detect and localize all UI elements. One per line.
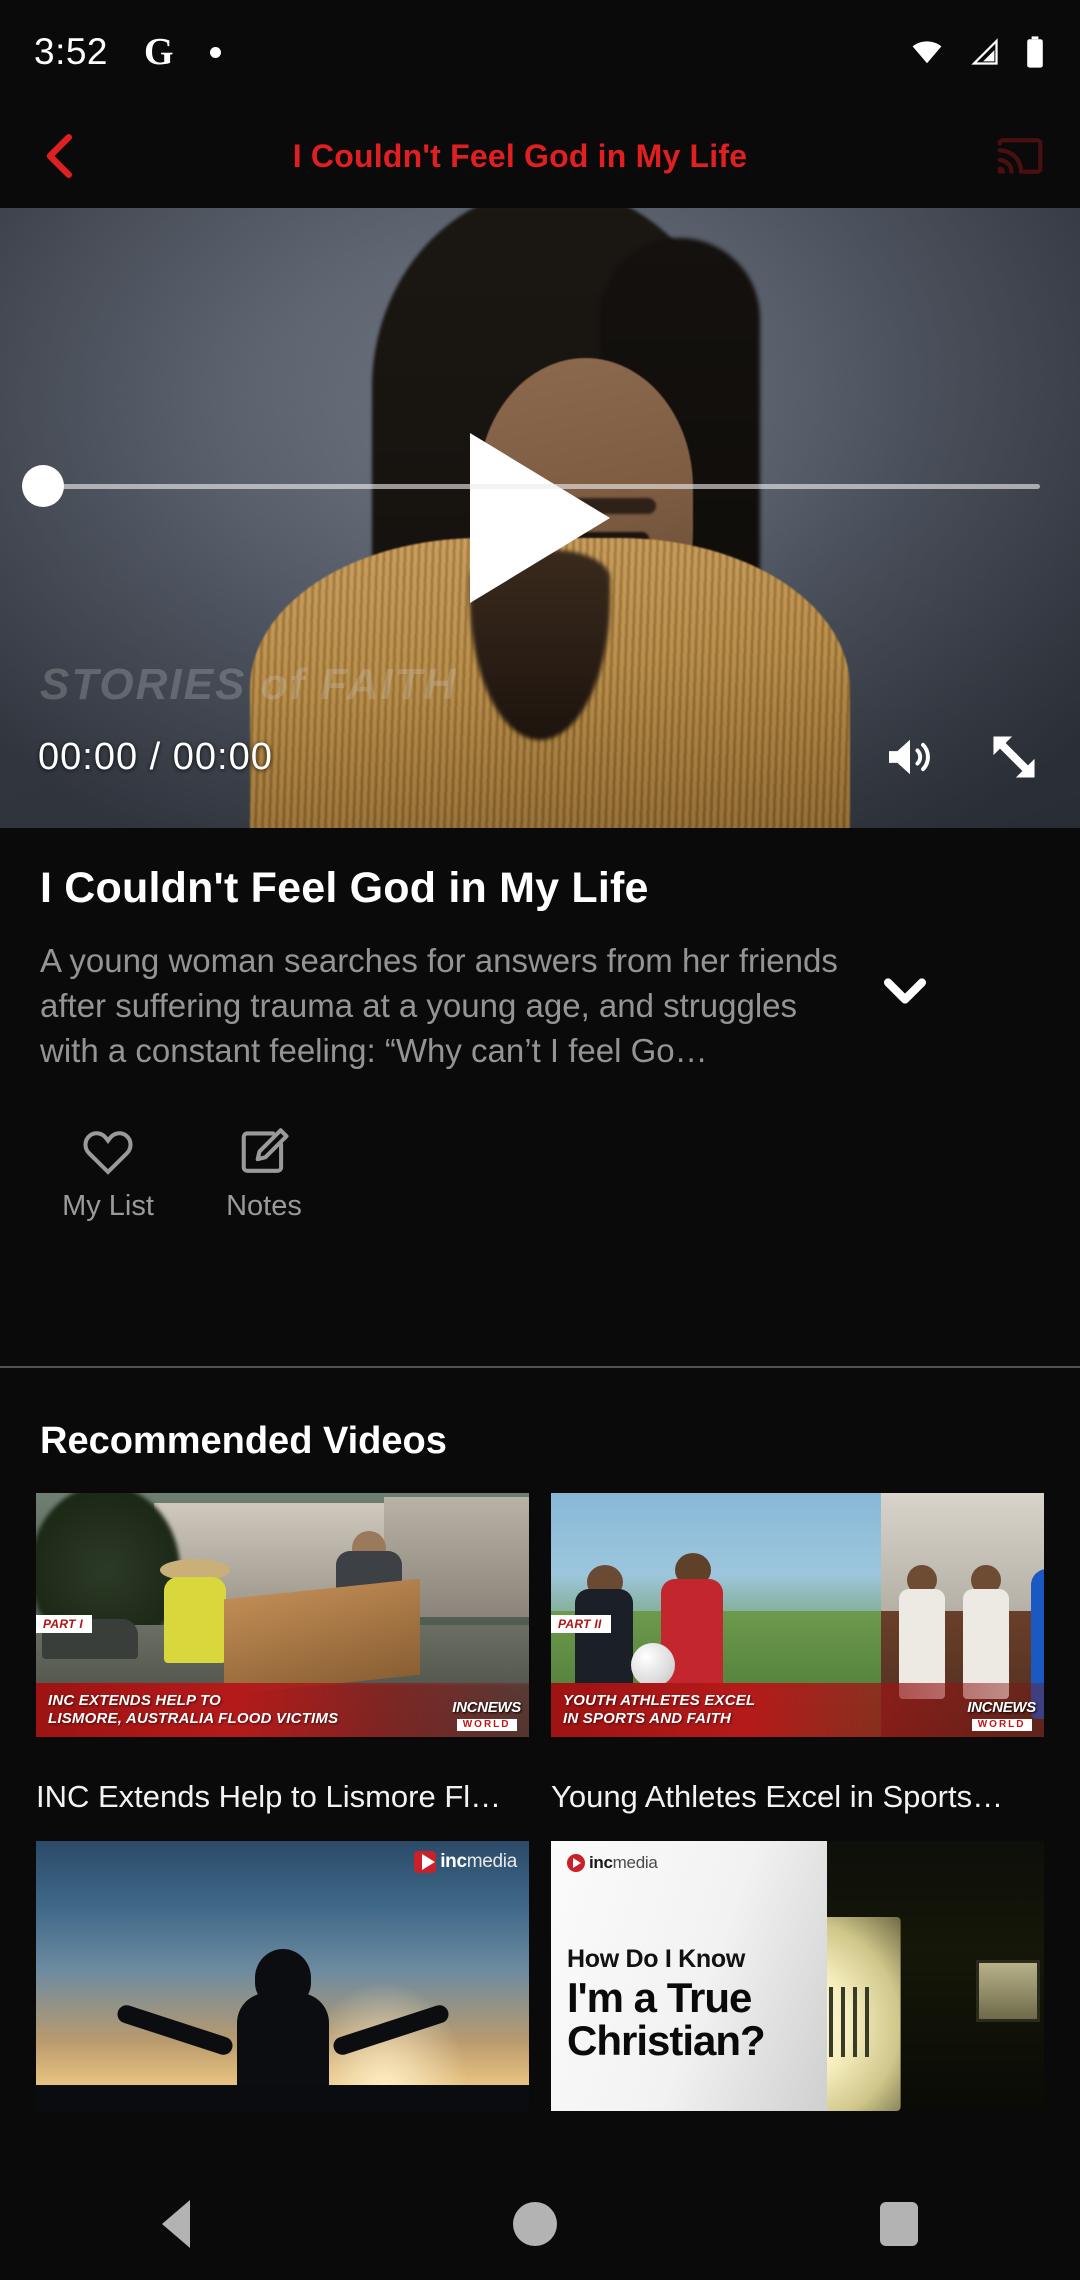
thumb3-incmedia-text: incmedia	[440, 1851, 517, 1873]
status-time: 3:52	[34, 31, 109, 72]
player-right-controls	[882, 729, 1042, 785]
incmedia-bold: inc	[440, 1851, 467, 1872]
heart-outline-icon	[83, 1130, 133, 1175]
cast-button[interactable]	[960, 129, 1080, 183]
thumb1-bottom-mask	[36, 1737, 529, 1763]
thumbnail[interactable]: incmedia How Do I Know I'm a True Christ…	[551, 1841, 1044, 2111]
notification-dot-icon	[209, 46, 221, 58]
thumb2-incnews-top: INCNEWS	[967, 1699, 1036, 1716]
thumb2-incnews-bottom: WORLD	[971, 1719, 1032, 1731]
fullscreen-expand-icon[interactable]	[986, 729, 1042, 785]
thumb1-part-badge: PART I	[36, 1615, 93, 1633]
battery-icon	[1027, 36, 1043, 68]
android-nav-bar	[0, 2167, 1080, 2280]
thumb1-incnews-logo: INCNEWS WORLD	[452, 1700, 521, 1731]
thumb1-headline: INC EXTENDS HELP TO LISMORE, AUSTRALIA F…	[36, 1692, 338, 1729]
cellular-signal-icon	[971, 38, 998, 65]
thumb2-headline-line1: YOUTH ATHLETES EXCEL	[563, 1691, 756, 1709]
video-title: I Couldn't Feel God in My Life	[40, 864, 649, 912]
thumb3-incmedia-logo: incmedia	[414, 1851, 517, 1873]
thumb2-headline: YOUTH ATHLETES EXCEL IN SPORTS AND FAITH	[551, 1692, 755, 1729]
recommended-card[interactable]: PART I INC EXTENDS HELP TO LISMORE, AUST…	[36, 1493, 529, 1815]
thumb3-ground	[36, 2085, 529, 2111]
expand-description-button[interactable]	[860, 939, 950, 1011]
thumb4-headline-main: I'm a True Christian?	[567, 1974, 766, 2064]
incmedia-light: media	[612, 1853, 658, 1872]
status-bar: 3:52 G	[0, 0, 1080, 104]
description-row: A young woman searches for answers from …	[40, 939, 1040, 1074]
seek-bar[interactable]	[0, 456, 1080, 516]
seek-track[interactable]	[40, 484, 1040, 489]
cast-icon	[997, 138, 1043, 174]
thumb4-incmedia-logo: incmedia	[567, 1853, 658, 1873]
video-player[interactable]: STORIES of FAITH 00:00 / 00:00	[0, 208, 1080, 828]
thumb2-part-badge: PART II	[551, 1615, 611, 1633]
thumb1-headline-line1: INC EXTENDS HELP TO	[48, 1691, 221, 1709]
incmedia-play-badge-icon	[567, 1854, 585, 1872]
nav-back-icon[interactable]	[161, 2199, 190, 2248]
google-icon: G	[144, 31, 174, 73]
thumb4-incmedia-text: incmedia	[589, 1853, 658, 1873]
thumb2-headline-line2: IN SPORTS AND FAITH	[563, 1710, 731, 1727]
thumb1-incnews-top: INCNEWS	[452, 1699, 521, 1716]
thumb4-headline-line2: I'm a True	[567, 1974, 752, 2021]
notes-button[interactable]: Notes	[214, 1126, 314, 1223]
my-list-label: My List	[62, 1189, 154, 1222]
incmedia-play-triangle-icon	[421, 1854, 435, 1870]
seek-thumb[interactable]	[22, 465, 64, 507]
thumb1-worker	[164, 1577, 226, 1663]
incmedia-bold: inc	[589, 1853, 613, 1872]
thumb1-incnews-bottom: WORLD	[456, 1719, 517, 1731]
page-title: I Couldn't Feel God in My Life	[292, 137, 748, 174]
chevron-down-icon	[883, 978, 927, 1004]
recommended-grid: PART I INC EXTENDS HELP TO LISMORE, AUST…	[0, 1493, 1080, 2127]
notes-label: Notes	[226, 1189, 302, 1222]
thumb1-headline-line2: LISMORE, AUSTRALIA FLOOD VICTIMS	[48, 1710, 339, 1727]
app-screen: 3:52 G I Couldn't Feel God in My Life ST…	[0, 0, 1080, 2280]
video-description: A young woman searches for answers from …	[40, 942, 838, 1069]
note-edit-icon	[241, 1127, 289, 1173]
time-display: 00:00 / 00:00	[38, 735, 273, 778]
incmedia-light: media	[466, 1851, 518, 1872]
nav-recents-icon[interactable]	[880, 2201, 919, 2246]
recommended-section: Recommended Videos PART I INC EXTENDS HE…	[0, 1368, 1080, 2167]
thumbnail[interactable]: incmedia	[36, 1841, 529, 2111]
video-watermark: STORIES of FAITH	[40, 660, 458, 709]
recommended-card[interactable]: incmedia How Do I Know I'm a True Christ…	[551, 1841, 1044, 2127]
player-controls: 00:00 / 00:00	[0, 722, 1080, 792]
recommended-card-title: INC Extends Help to Lismore Fl…	[36, 1779, 502, 1814]
thumbnail[interactable]: PART II YOUTH ATHLETES EXCEL IN SPORTS A…	[551, 1493, 1044, 1763]
thumb2-bottom-mask	[551, 1737, 1044, 1763]
status-icons	[908, 35, 1046, 69]
thumb4-headline-line3: Christian?	[567, 2016, 766, 2064]
thumb2-incnews-logo: INCNEWS WORLD	[967, 1700, 1036, 1731]
wifi-icon	[912, 41, 942, 64]
incmedia-play-badge-icon	[414, 1851, 437, 1873]
recommended-card-title: Young Athletes Excel in Sports…	[551, 1779, 1004, 1814]
volume-on-icon[interactable]	[882, 729, 938, 785]
thumb4-window	[976, 1959, 1040, 2022]
recommended-heading: Recommended Videos	[40, 1420, 447, 1462]
thumb4-headline-line1: How Do I Know	[567, 1945, 746, 1973]
recommended-card[interactable]: PART II YOUTH ATHLETES EXCEL IN SPORTS A…	[551, 1493, 1044, 1815]
thumbnail[interactable]: PART I INC EXTENDS HELP TO LISMORE, AUST…	[36, 1493, 529, 1763]
app-bar: I Couldn't Feel God in My Life	[0, 104, 1080, 208]
thumb2-volleyball	[631, 1643, 675, 1687]
recommended-card[interactable]: incmedia	[36, 1841, 529, 2127]
video-actions: My List Notes	[40, 1126, 1040, 1223]
my-list-button[interactable]: My List	[58, 1126, 158, 1223]
video-info-section: I Couldn't Feel God in My Life A young w…	[0, 828, 1080, 1366]
nav-home-icon[interactable]	[512, 2201, 557, 2246]
